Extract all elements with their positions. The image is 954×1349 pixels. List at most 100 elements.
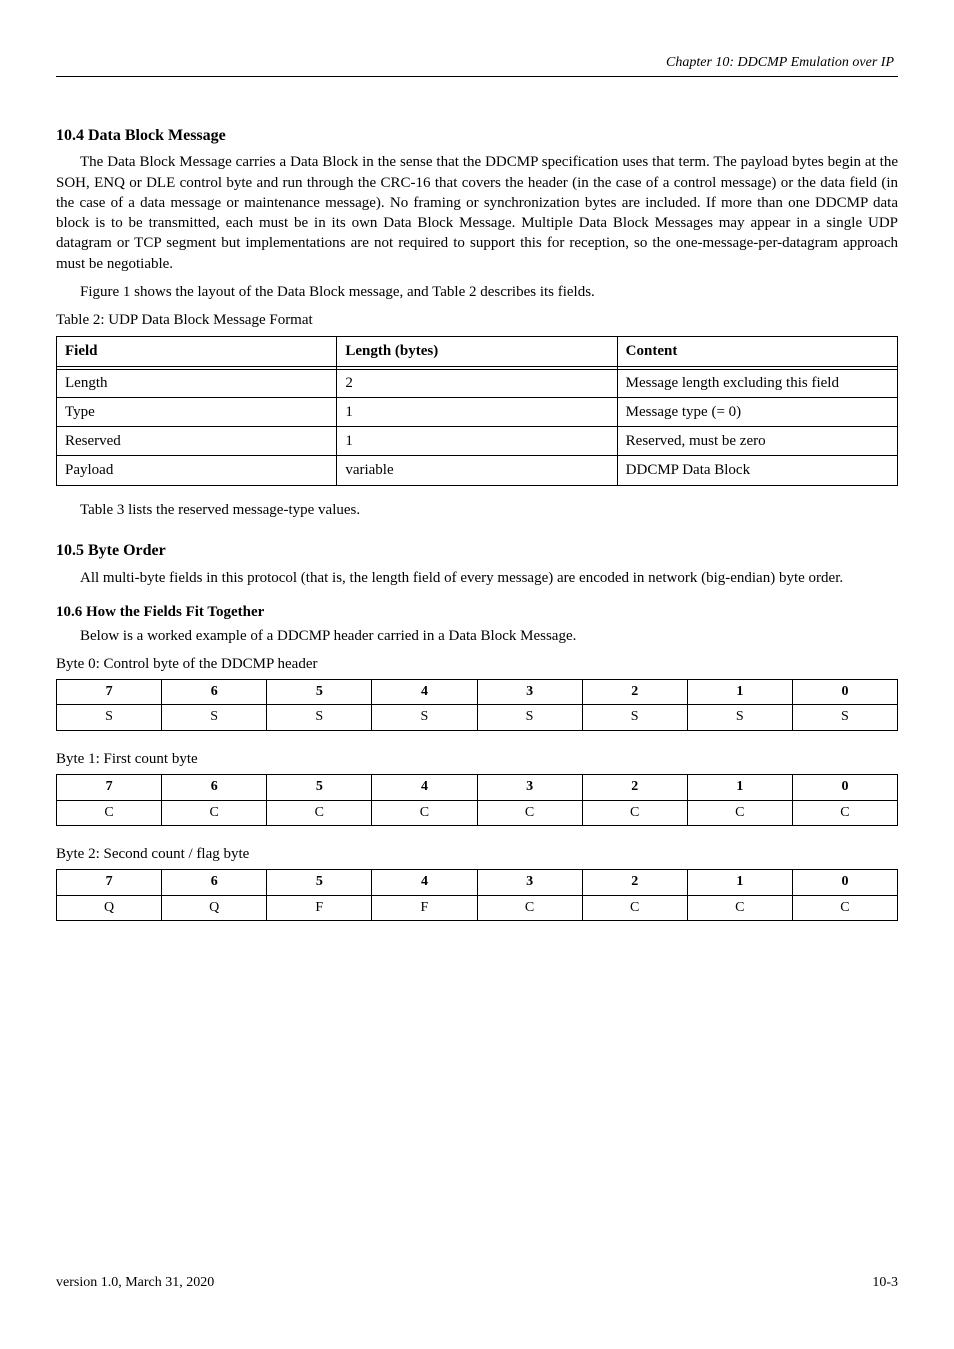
bitval: S — [372, 705, 477, 731]
cell: DDCMP Data Block — [617, 456, 897, 485]
bitval: S — [57, 705, 162, 731]
bitval: C — [57, 800, 162, 826]
bitval: C — [582, 800, 687, 826]
cell: 1 — [337, 397, 617, 426]
bitnum: 2 — [582, 869, 687, 895]
bitval: C — [372, 800, 477, 826]
byte2-label-text: Byte 2: — [56, 846, 100, 862]
running-head-text: Chapter 10: DDCMP Emulation over IP — [666, 55, 894, 70]
bitnum: 4 — [372, 869, 477, 895]
byte2-label: Byte 2: Second count / flag byte — [56, 844, 898, 864]
cell: 2 — [337, 366, 617, 397]
para-data-block-2a: Figure 1 shows the layout of the Data Bl… — [56, 282, 898, 302]
byte0-label: Byte 0: Control byte of the DDCMP header — [56, 654, 898, 674]
bitval: S — [162, 705, 267, 731]
para-byte-order: All multi-byte fields in this protocol (… — [56, 568, 898, 588]
table2-h-field: Field — [57, 337, 337, 366]
table-row: Length 2 Message length excluding this f… — [57, 366, 898, 397]
bitval: S — [267, 705, 372, 731]
cell: Message length excluding this field — [617, 366, 897, 397]
bitval: S — [687, 705, 792, 731]
bitval: C — [477, 800, 582, 826]
bitnum: 3 — [477, 774, 582, 800]
byte1-sub: First count byte — [104, 751, 198, 767]
byte0-bits: 7 6 5 4 3 2 1 0 S S S S S S S S — [56, 679, 898, 732]
bitnum: 5 — [267, 869, 372, 895]
table-row: Payload variable DDCMP Data Block — [57, 456, 898, 485]
table2-h-content: Content — [617, 337, 897, 366]
byte1-label: Byte 1: First count byte — [56, 749, 898, 769]
bitval: C — [687, 895, 792, 921]
bitnum: 4 — [372, 774, 477, 800]
byte1-bitvals: C C C C C C C C — [57, 800, 898, 826]
table2-h-length: Length (bytes) — [337, 337, 617, 366]
byte1-label-text: Byte 1: — [56, 751, 100, 767]
cell: Reserved — [57, 427, 337, 456]
section-heading-byte-order: 10.5 Byte Order — [56, 540, 898, 562]
bitnum: 7 — [57, 869, 162, 895]
table-row: Type 1 Message type (= 0) — [57, 397, 898, 426]
byte2-bits: 7 6 5 4 3 2 1 0 Q Q F F C C C C — [56, 869, 898, 922]
byte2-sub: Second count / flag byte — [104, 846, 250, 862]
table2-caption: Table 2: UDP Data Block Message Format — [56, 310, 898, 330]
cell: variable — [337, 456, 617, 485]
bitval: F — [267, 895, 372, 921]
cell: Message type (= 0) — [617, 397, 897, 426]
bitval: C — [477, 895, 582, 921]
byte1-bitnums: 7 6 5 4 3 2 1 0 — [57, 774, 898, 800]
cell: 1 — [337, 427, 617, 456]
bitnum: 6 — [162, 774, 267, 800]
section-heading-fields: 10.6 How the Fields Fit Together — [56, 602, 898, 622]
bitval: C — [582, 895, 687, 921]
running-head: Chapter 10: DDCMP Emulation over IP — [56, 54, 898, 77]
cell: Length — [57, 366, 337, 397]
bitval: S — [792, 705, 897, 731]
para-data-block-1: The Data Block Message carries a Data Bl… — [56, 152, 898, 274]
byte0-label-text: Byte 0: — [56, 656, 100, 672]
bitval: Q — [57, 895, 162, 921]
bitnum: 6 — [162, 679, 267, 705]
footer-right: 10-3 — [872, 1274, 898, 1293]
bitnum: 0 — [792, 774, 897, 800]
para-data-block-2b: Table 3 lists the reserved message-type … — [56, 500, 898, 520]
cell: Payload — [57, 456, 337, 485]
byte0-bitnums: 7 6 5 4 3 2 1 0 — [57, 679, 898, 705]
para-fields-intro: Below is a worked example of a DDCMP hea… — [56, 626, 898, 646]
bitnum: 7 — [57, 679, 162, 705]
cell: Type — [57, 397, 337, 426]
table2-header-row: Field Length (bytes) Content — [57, 337, 898, 366]
bitnum: 6 — [162, 869, 267, 895]
bitnum: 1 — [687, 869, 792, 895]
bitnum: 5 — [267, 774, 372, 800]
bitval: C — [792, 800, 897, 826]
byte2-bitvals: Q Q F F C C C C — [57, 895, 898, 921]
page: Chapter 10: DDCMP Emulation over IP 10.4… — [0, 0, 954, 1349]
bitnum: 3 — [477, 869, 582, 895]
page-footer: version 1.0, March 31, 2020 10-3 — [56, 1274, 898, 1293]
footer-left: version 1.0, March 31, 2020 — [56, 1274, 214, 1293]
bitval: F — [372, 895, 477, 921]
byte2-bitnums: 7 6 5 4 3 2 1 0 — [57, 869, 898, 895]
byte1-bits: 7 6 5 4 3 2 1 0 C C C C C C C C — [56, 774, 898, 827]
bitnum: 1 — [687, 679, 792, 705]
bitnum: 0 — [792, 679, 897, 705]
bitval: C — [267, 800, 372, 826]
bitnum: 2 — [582, 774, 687, 800]
bitnum: 3 — [477, 679, 582, 705]
bitval: C — [792, 895, 897, 921]
bitnum: 7 — [57, 774, 162, 800]
table2: Field Length (bytes) Content Length 2 Me… — [56, 336, 898, 485]
bitnum: 1 — [687, 774, 792, 800]
byte0-bitvals: S S S S S S S S — [57, 705, 898, 731]
bitnum: 4 — [372, 679, 477, 705]
bitnum: 2 — [582, 679, 687, 705]
cell: Reserved, must be zero — [617, 427, 897, 456]
bitval: C — [162, 800, 267, 826]
bitval: S — [582, 705, 687, 731]
bitval: Q — [162, 895, 267, 921]
spacer — [56, 83, 898, 105]
bitnum: 0 — [792, 869, 897, 895]
bitnum: 5 — [267, 679, 372, 705]
section-heading-data-block: 10.4 Data Block Message — [56, 125, 898, 147]
byte0-sub: Control byte of the DDCMP header — [104, 656, 318, 672]
